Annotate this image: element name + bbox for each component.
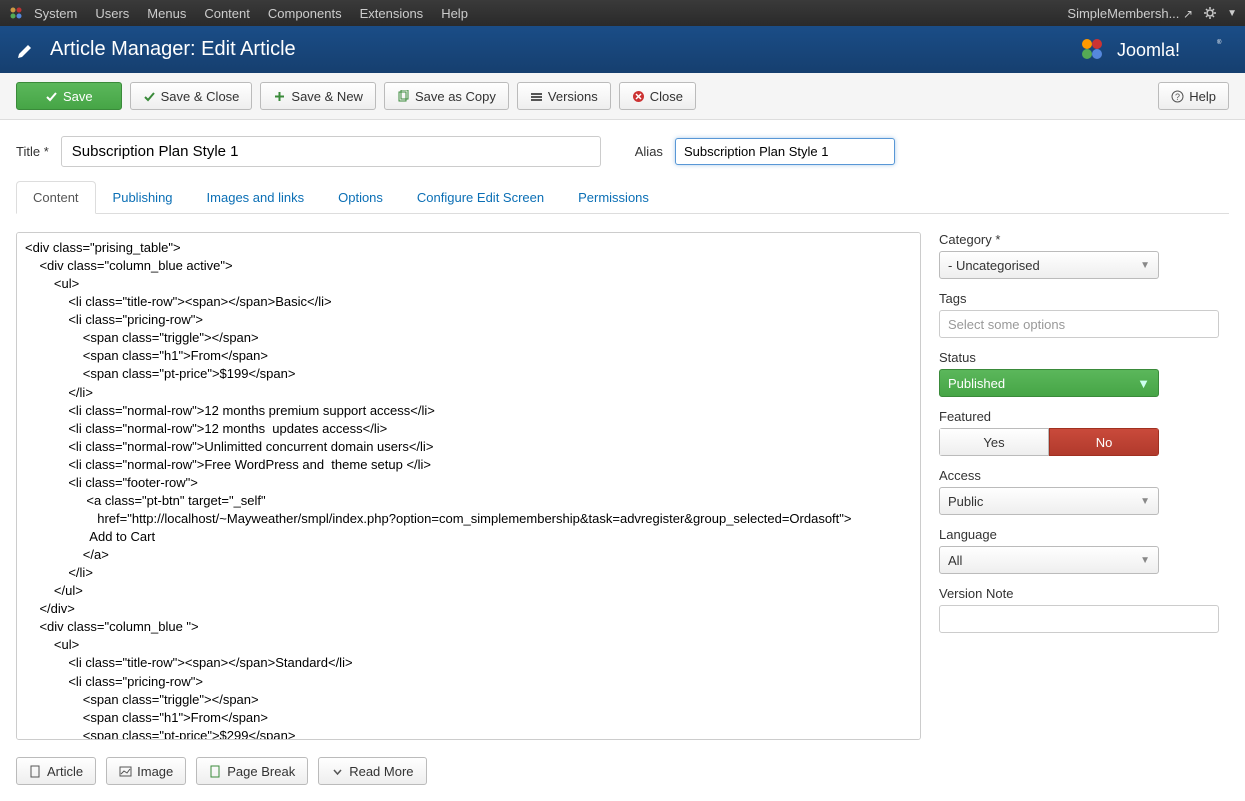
pagebreak-icon: [209, 765, 222, 778]
toolbar: Save Save & Close Save & New Save as Cop…: [0, 73, 1245, 120]
read-more-button[interactable]: Read More: [318, 757, 426, 785]
caret-down-icon: ▼: [1140, 496, 1150, 507]
tab-permissions[interactable]: Permissions: [561, 181, 666, 213]
tags-label: Tags: [939, 291, 1229, 306]
chevron-down-icon: [331, 765, 344, 778]
versions-icon: [530, 90, 543, 103]
caret-down-icon: ▼: [1140, 260, 1150, 271]
page-header: Article Manager: Edit Article Joomla! ®: [0, 26, 1245, 73]
caret-down-icon: ▼: [1137, 376, 1150, 391]
version-note-label: Version Note: [939, 586, 1229, 601]
question-icon: ?: [1171, 90, 1184, 103]
featured-label: Featured: [939, 409, 1229, 424]
caret-down-icon: ▼: [1140, 555, 1150, 566]
external-link-icon: ↗: [1183, 7, 1193, 21]
page-title: Article Manager: Edit Article: [50, 38, 296, 61]
menu-menus[interactable]: Menus: [147, 6, 186, 21]
tab-options[interactable]: Options: [321, 181, 400, 213]
settings-icon[interactable]: [1203, 6, 1217, 20]
copy-icon: [397, 90, 410, 103]
save-button[interactable]: Save: [16, 82, 122, 110]
image-icon: [119, 765, 132, 778]
file-icon: [29, 765, 42, 778]
title-row: Title * Alias: [16, 136, 1229, 167]
tab-publishing[interactable]: Publishing: [96, 181, 190, 213]
top-menu: System Users Menus Content Components Ex…: [0, 0, 1245, 26]
save-copy-button[interactable]: Save as Copy: [384, 82, 509, 110]
alias-label: Alias: [635, 144, 663, 159]
pencil-icon: [16, 40, 36, 60]
menu-help[interactable]: Help: [441, 6, 468, 21]
svg-text:®: ®: [1217, 39, 1222, 46]
menu-users[interactable]: Users: [95, 6, 129, 21]
status-label: Status: [939, 350, 1229, 365]
menu-extensions[interactable]: Extensions: [360, 6, 424, 21]
language-select[interactable]: All ▼: [939, 546, 1159, 574]
category-select[interactable]: - Uncategorised ▼: [939, 251, 1159, 279]
tab-configure-edit[interactable]: Configure Edit Screen: [400, 181, 561, 213]
caret-down-icon: ▼: [1227, 8, 1237, 19]
status-select[interactable]: Published ▼: [939, 369, 1159, 397]
article-content-editor[interactable]: [16, 232, 921, 740]
check-icon: [45, 90, 58, 103]
tabs: Content Publishing Images and links Opti…: [16, 181, 1229, 214]
page-break-button[interactable]: Page Break: [196, 757, 308, 785]
featured-yes[interactable]: Yes: [939, 428, 1049, 456]
plus-icon: [273, 90, 286, 103]
help-button[interactable]: ? Help: [1158, 82, 1229, 110]
joomla-logo: Joomla! ®: [1079, 34, 1229, 66]
save-close-button[interactable]: Save & Close: [130, 82, 253, 110]
sidebar: Category * - Uncategorised ▼ Tags Select…: [939, 232, 1229, 785]
menu-content[interactable]: Content: [204, 6, 250, 21]
tab-content[interactable]: Content: [16, 181, 96, 214]
featured-no[interactable]: No: [1049, 428, 1159, 456]
close-button[interactable]: Close: [619, 82, 696, 110]
cancel-icon: [632, 90, 645, 103]
menu-system[interactable]: System: [34, 6, 77, 21]
featured-toggle: Yes No: [939, 428, 1159, 456]
editor-buttons: Article Image Page Break Read More: [16, 757, 921, 785]
svg-text:?: ?: [1175, 92, 1180, 102]
access-label: Access: [939, 468, 1229, 483]
access-select[interactable]: Public ▼: [939, 487, 1159, 515]
language-label: Language: [939, 527, 1229, 542]
top-menu-items: System Users Menus Content Components Ex…: [34, 6, 468, 21]
menu-components[interactable]: Components: [268, 6, 342, 21]
title-input[interactable]: [61, 136, 601, 167]
versions-button[interactable]: Versions: [517, 82, 611, 110]
category-label: Category *: [939, 232, 1229, 247]
insert-article-button[interactable]: Article: [16, 757, 96, 785]
insert-image-button[interactable]: Image: [106, 757, 186, 785]
save-new-button[interactable]: Save & New: [260, 82, 376, 110]
tags-input[interactable]: Select some options: [939, 310, 1219, 338]
tab-images-links[interactable]: Images and links: [190, 181, 322, 213]
site-link[interactable]: SimpleMembersh... ↗: [1067, 6, 1193, 21]
svg-text:Joomla!: Joomla!: [1117, 40, 1180, 60]
alias-input[interactable]: [675, 138, 895, 165]
check-icon: [143, 90, 156, 103]
title-label: Title *: [16, 144, 49, 159]
version-note-input[interactable]: [939, 605, 1219, 633]
joomla-small-icon: [8, 5, 24, 21]
